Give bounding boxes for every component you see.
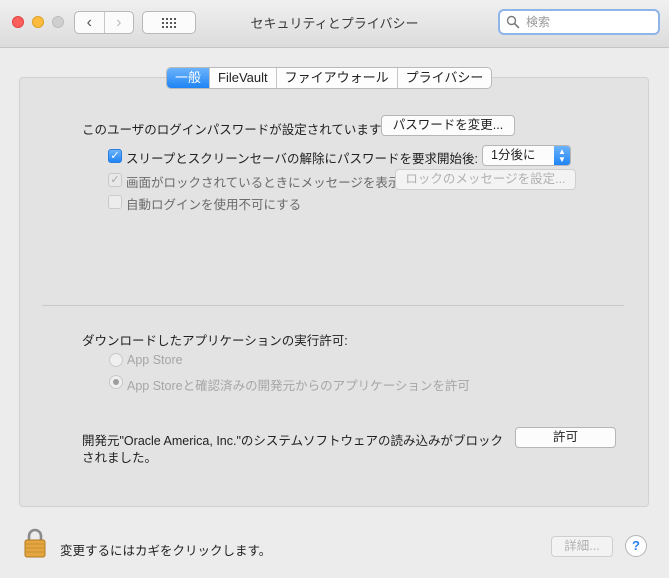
search-icon (506, 15, 520, 29)
help-button[interactable]: ? (625, 535, 647, 557)
tab-privacy[interactable]: プライバシー (396, 68, 492, 88)
radio-app-store-label: App Store (127, 353, 183, 367)
allow-button[interactable]: 許可 (515, 427, 616, 448)
title-bar: ‹ › セキュリティとプライバシー (0, 0, 669, 48)
tab-general[interactable]: 一般 (167, 68, 210, 88)
disable-auto-login-checkbox[interactable] (108, 195, 122, 209)
show-message-label: 画面がロックされているときにメッセージを表示 (126, 176, 401, 190)
help-label: ? (632, 538, 640, 553)
checkmark-icon: ✓ (110, 149, 120, 162)
set-lock-message-button[interactable]: ロックのメッセージを設定... (395, 169, 576, 190)
require-password-label: スリープとスクリーンセーバの解除にパスワードを要求 (126, 152, 438, 166)
require-password-checkbox[interactable]: ✓ (108, 149, 122, 163)
advanced-button[interactable]: 詳細... (551, 536, 613, 557)
lock-message: 変更するにはカギをクリックします。 (60, 544, 272, 558)
search-field[interactable] (498, 9, 660, 35)
change-password-button[interactable]: パスワードを変更... (381, 115, 515, 136)
show-message-checkbox[interactable]: ✓ (108, 173, 122, 187)
after-label: 開始後: (437, 152, 478, 166)
tab-firewall[interactable]: ファイアウォール (275, 68, 397, 88)
radio-app-store-identified-label: App Storeと確認済みの開発元からのアプリケーションを許可 (127, 379, 470, 393)
radio-app-store[interactable] (109, 353, 123, 367)
radio-app-store-identified[interactable] (109, 375, 123, 389)
section-divider (42, 305, 624, 306)
downloads-heading: ダウンロードしたアプリケーションの実行許可: (82, 334, 348, 348)
blocked-message-line2: されました。 (82, 451, 158, 465)
password-delay-popup[interactable]: 1分後に ▲ ▼ (482, 145, 571, 166)
preferences-window: ‹ › セキュリティとプライバシー 一般 (0, 0, 669, 578)
updown-arrows-icon: ▲ ▼ (554, 146, 570, 165)
checkmark-icon: ✓ (110, 173, 120, 186)
search-input[interactable] (524, 14, 654, 30)
login-password-label: このユーザのログインパスワードが設定されています (82, 123, 382, 137)
tab-filevault[interactable]: FileVault (209, 68, 276, 88)
disable-auto-login-label: 自動ログインを使用不可にする (126, 198, 302, 212)
tab-bar: 一般 FileVault ファイアウォール プライバシー (166, 67, 493, 89)
lock-icon[interactable] (23, 528, 47, 558)
password-delay-value: 1分後に (491, 148, 536, 162)
